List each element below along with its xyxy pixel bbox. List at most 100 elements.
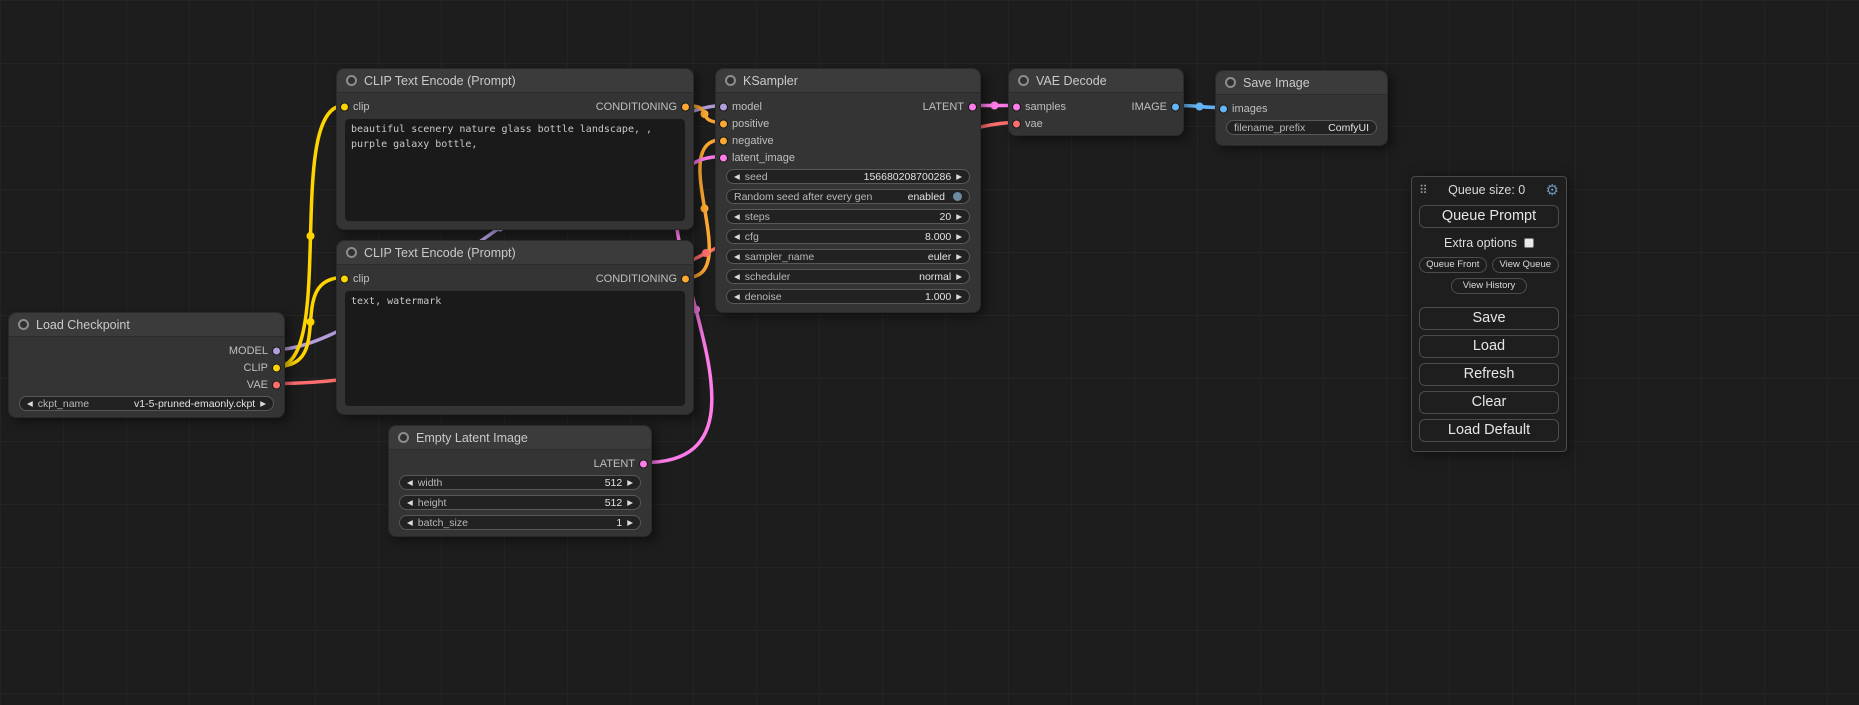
output-row: LATENT <box>389 455 651 472</box>
widget-label: Random seed after every gen <box>734 191 872 203</box>
input-port-images[interactable] <box>1219 104 1228 113</box>
node-clip-text-encode-positive[interactable]: CLIP Text Encode (Prompt) clip CONDITION… <box>336 68 694 230</box>
increment-arrow-icon[interactable] <box>627 519 633 527</box>
view-history-button[interactable]: View History <box>1451 278 1527 294</box>
collapse-dot-icon[interactable] <box>1018 75 1029 86</box>
output-port-image[interactable] <box>1171 102 1180 111</box>
node-title-bar[interactable]: CLIP Text Encode (Prompt) <box>337 69 693 93</box>
decrement-arrow-icon[interactable] <box>407 479 413 487</box>
output-port-latent[interactable] <box>968 102 977 111</box>
decrement-arrow-icon[interactable] <box>407 499 413 507</box>
widget-label: height <box>418 497 447 509</box>
increment-arrow-icon[interactable] <box>956 233 962 241</box>
decrement-arrow-icon[interactable] <box>27 400 33 408</box>
widget-sampler-name[interactable]: sampler_name euler <box>726 249 970 264</box>
output-port-conditioning[interactable] <box>681 274 690 283</box>
extra-options-checkbox[interactable] <box>1524 238 1534 248</box>
collapse-dot-icon[interactable] <box>725 75 736 86</box>
widget-cfg[interactable]: cfg 8.000 <box>726 229 970 244</box>
decrement-arrow-icon[interactable] <box>407 519 413 527</box>
input-row: positive <box>716 115 980 132</box>
widget-value: euler <box>928 251 951 263</box>
widget-scheduler[interactable]: scheduler normal <box>726 269 970 284</box>
input-port-latent-image[interactable] <box>719 153 728 162</box>
queue-actions: Save Load Refresh Clear Load Default <box>1419 307 1559 442</box>
decrement-arrow-icon[interactable] <box>734 213 740 221</box>
widget-label: sampler_name <box>745 251 814 263</box>
increment-arrow-icon[interactable] <box>260 400 266 408</box>
node-title-bar[interactable]: VAE Decode <box>1009 69 1183 93</box>
increment-arrow-icon[interactable] <box>956 253 962 261</box>
input-port-vae[interactable] <box>1012 119 1021 128</box>
queue-front-button[interactable]: Queue Front <box>1419 257 1487 273</box>
increment-arrow-icon[interactable] <box>956 173 962 181</box>
widget-label: batch_size <box>418 517 468 529</box>
node-title-bar[interactable]: CLIP Text Encode (Prompt) <box>337 241 693 265</box>
node-clip-text-encode-negative[interactable]: CLIP Text Encode (Prompt) clip CONDITION… <box>336 240 694 415</box>
output-port-vae[interactable] <box>272 380 281 389</box>
node-title-bar[interactable]: Load Checkpoint <box>9 313 284 337</box>
graph-canvas[interactable]: { "colors": { "model": "#b39ddb", "clip"… <box>0 0 1859 705</box>
decrement-arrow-icon[interactable] <box>734 253 740 261</box>
widget-batch-size[interactable]: batch_size 1 <box>399 515 641 530</box>
load-default-button[interactable]: Load Default <box>1419 419 1559 442</box>
widget-width[interactable]: width 512 <box>399 475 641 490</box>
increment-arrow-icon[interactable] <box>627 499 633 507</box>
widget-seed[interactable]: seed 156680208700286 <box>726 169 970 184</box>
queue-prompt-button[interactable]: Queue Prompt <box>1419 205 1559 228</box>
widget-label: width <box>418 477 443 489</box>
drag-handle-icon[interactable] <box>1419 183 1428 197</box>
node-load-checkpoint[interactable]: Load Checkpoint MODEL CLIP VAE ckpt_name… <box>8 312 285 418</box>
input-port-negative[interactable] <box>719 136 728 145</box>
input-port-model[interactable] <box>719 102 728 111</box>
prompt-textarea[interactable]: beautiful scenery nature glass bottle la… <box>345 119 685 221</box>
node-ksampler[interactable]: KSampler model LATENT positive negative … <box>715 68 981 313</box>
node-title-bar[interactable]: Save Image <box>1216 71 1387 95</box>
input-port-positive[interactable] <box>719 119 728 128</box>
widget-filename-prefix[interactable]: filename_prefix ComfyUI <box>1226 120 1377 135</box>
extra-options-row: Extra options <box>1419 236 1559 250</box>
clear-button[interactable]: Clear <box>1419 391 1559 414</box>
widget-denoise[interactable]: denoise 1.000 <box>726 289 970 304</box>
node-vae-decode[interactable]: VAE Decode samples IMAGE vae <box>1008 68 1184 136</box>
widget-random-seed-toggle[interactable]: Random seed after every gen enabled <box>726 189 970 204</box>
collapse-dot-icon[interactable] <box>1225 77 1236 88</box>
node-empty-latent-image[interactable]: Empty Latent Image LATENT width 512 heig… <box>388 425 652 537</box>
output-port-clip[interactable] <box>272 363 281 372</box>
widget-steps[interactable]: steps 20 <box>726 209 970 224</box>
input-port-clip[interactable] <box>340 274 349 283</box>
output-port-conditioning[interactable] <box>681 102 690 111</box>
decrement-arrow-icon[interactable] <box>734 233 740 241</box>
collapse-dot-icon[interactable] <box>346 247 357 258</box>
input-port-samples[interactable] <box>1012 102 1021 111</box>
io-row: model LATENT <box>716 98 980 115</box>
increment-arrow-icon[interactable] <box>956 213 962 221</box>
toggle-knob-icon[interactable] <box>953 192 962 201</box>
widget-height[interactable]: height 512 <box>399 495 641 510</box>
increment-arrow-icon[interactable] <box>956 273 962 281</box>
node-title-bar[interactable]: Empty Latent Image <box>389 426 651 450</box>
input-port-clip[interactable] <box>340 102 349 111</box>
load-button[interactable]: Load <box>1419 335 1559 358</box>
view-queue-button[interactable]: View Queue <box>1492 257 1560 273</box>
save-button[interactable]: Save <box>1419 307 1559 330</box>
increment-arrow-icon[interactable] <box>627 479 633 487</box>
decrement-arrow-icon[interactable] <box>734 273 740 281</box>
increment-arrow-icon[interactable] <box>956 293 962 301</box>
decrement-arrow-icon[interactable] <box>734 293 740 301</box>
collapse-dot-icon[interactable] <box>398 432 409 443</box>
widget-ckpt-name[interactable]: ckpt_name v1-5-pruned-emaonly.ckpt <box>19 396 274 411</box>
wire-midpoint-dot <box>307 318 315 326</box>
prompt-textarea[interactable]: text, watermark <box>345 291 685 406</box>
refresh-button[interactable]: Refresh <box>1419 363 1559 386</box>
collapse-dot-icon[interactable] <box>346 75 357 86</box>
node-save-image[interactable]: Save Image images filename_prefix ComfyU… <box>1215 70 1388 146</box>
node-title-bar[interactable]: KSampler <box>716 69 980 93</box>
output-port-model[interactable] <box>272 346 281 355</box>
output-label: CONDITIONING <box>596 101 693 113</box>
output-port-latent[interactable] <box>639 459 648 468</box>
widget-label: filename_prefix <box>1234 122 1305 134</box>
collapse-dot-icon[interactable] <box>18 319 29 330</box>
settings-gear-icon[interactable] <box>1546 181 1559 199</box>
decrement-arrow-icon[interactable] <box>734 173 740 181</box>
